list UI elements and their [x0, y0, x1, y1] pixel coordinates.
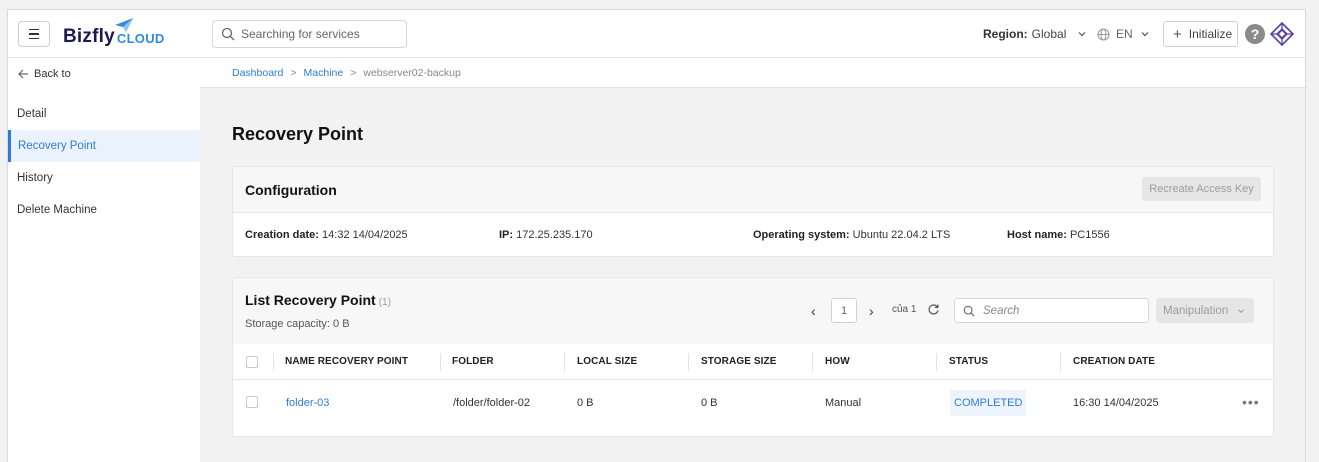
search-placeholder: Search	[983, 304, 1020, 317]
recovery-count: (1)	[378, 297, 391, 308]
language-selector[interactable]: EN	[1097, 27, 1151, 41]
back-label: Back to	[34, 68, 71, 80]
more-actions-icon[interactable]: •••	[1242, 394, 1260, 410]
sidebar-item-history[interactable]: History	[8, 162, 200, 194]
pager-next-button[interactable]: ›	[869, 303, 874, 319]
sidebar-item-label: Delete Machine	[17, 204, 97, 216]
pager-prev-button[interactable]: ‹	[811, 303, 816, 319]
app-frame: Bizfly CLOUD Searching for services Regi…	[7, 9, 1306, 462]
status-badge: COMPLETED	[950, 390, 1027, 416]
top-header: Bizfly CLOUD Searching for services Regi…	[8, 10, 1305, 58]
select-all-checkbox[interactable]	[246, 356, 258, 368]
ip-value: 172.25.235.170	[516, 229, 593, 241]
pager-page-input[interactable]: 1	[831, 298, 857, 323]
ip-field: IP: 172.25.235.170	[499, 229, 593, 241]
creation-date-value: 14:32 14/04/2025	[322, 229, 408, 241]
column-header: NAME RECOVERY POINT	[285, 356, 409, 367]
sidebar-item-label: Recovery Point	[18, 140, 96, 152]
manipulation-dropdown[interactable]: Manipulation	[1156, 298, 1254, 323]
initialize-label: Initialize	[1188, 27, 1233, 41]
storage-size-cell: 0 B	[701, 397, 718, 409]
operating-system-field: Operating system: Ubuntu 22.04.2 LTS	[753, 229, 950, 241]
main-content: Dashboard > Machine > webserver02-backup…	[200, 58, 1305, 462]
column-header: LOCAL SIZE	[577, 356, 638, 367]
region-value: Global	[1031, 27, 1067, 41]
breadcrumb-separator: >	[290, 66, 297, 79]
search-placeholder: Searching for services	[241, 27, 360, 41]
recovery-point-name-link[interactable]: folder-03	[286, 397, 329, 409]
table-header: NAME RECOVERY POINT FOLDER LOCAL SIZE ST…	[233, 344, 1273, 380]
plus-icon: +	[1173, 25, 1182, 43]
folder-cell: /folder/folder-02	[453, 397, 531, 409]
brand-logo[interactable]: Bizfly CLOUD	[63, 18, 165, 48]
breadcrumb-separator: >	[350, 66, 357, 79]
sidebar: Back to Detail Recovery Point History De…	[8, 58, 200, 462]
breadcrumb-machine[interactable]: Machine	[304, 67, 344, 79]
recovery-list-title: List Recovery Point (1)	[245, 292, 391, 308]
column-header: STATUS	[949, 356, 989, 367]
back-link[interactable]: Back to	[18, 68, 71, 80]
search-icon	[221, 27, 235, 41]
globe-icon	[1097, 27, 1110, 41]
menu-toggle-button[interactable]	[18, 21, 50, 47]
row-checkbox[interactable]	[246, 396, 258, 408]
sidebar-item-recovery-point[interactable]: Recovery Point	[8, 130, 200, 162]
configuration-details: Creation date: 14:32 14/04/2025 IP: 172.…	[233, 213, 1273, 257]
arrow-left-icon	[18, 69, 28, 79]
chevron-down-icon	[1141, 32, 1149, 37]
breadcrumb-dashboard[interactable]: Dashboard	[232, 67, 283, 79]
hamburger-icon	[29, 28, 39, 31]
ip-label: IP:	[499, 229, 514, 241]
creation-date-field: Creation date: 14:32 14/04/2025	[245, 229, 408, 241]
recovery-search-input[interactable]: Search	[954, 298, 1149, 323]
logo-cloud-text: CLOUD	[116, 31, 165, 46]
page-title: Recovery Point	[232, 124, 364, 144]
storage-capacity: Storage capacity: 0 B	[245, 318, 350, 330]
configuration-title: Configuration	[245, 182, 337, 198]
how-cell: Manual	[825, 397, 862, 409]
chevron-down-icon	[1078, 32, 1086, 37]
logo-text: Bizfly	[63, 26, 115, 47]
column-header: STORAGE SIZE	[701, 356, 777, 367]
breadcrumb-current: webserver02-backup	[363, 66, 461, 79]
local-size-cell: 0 B	[577, 397, 594, 409]
sidebar-item-detail[interactable]: Detail	[8, 98, 200, 130]
column-header: CREATION DATE	[1073, 356, 1156, 367]
os-value: Ubuntu 22.04.2 LTS	[852, 229, 951, 241]
sidebar-item-label: History	[17, 172, 53, 184]
host-name-field: Host name: PC1556	[1007, 229, 1110, 241]
configuration-header: Configuration Recreate Access Key	[233, 167, 1273, 213]
sidebar-item-label: Detail	[17, 108, 47, 120]
service-search-input[interactable]: Searching for services	[212, 20, 407, 48]
table-row[interactable]: folder-03 /folder/folder-02 0 B 0 B Manu…	[233, 380, 1273, 426]
language-value: EN	[1116, 27, 1133, 41]
creation-date-label: Creation date:	[245, 229, 319, 241]
sidebar-item-delete-machine[interactable]: Delete Machine	[8, 194, 200, 226]
search-icon	[963, 305, 975, 317]
manipulation-label: Manipulation	[1163, 304, 1229, 317]
recreate-access-key-button[interactable]: Recreate Access Key	[1142, 177, 1261, 201]
creation-date-cell: 16:30 14/04/2025	[1073, 397, 1159, 409]
column-header: FOLDER	[452, 356, 494, 367]
region-label: Region:	[983, 27, 1028, 41]
column-header: HOW	[825, 356, 850, 367]
configuration-card: Configuration Recreate Access Key Creati…	[232, 166, 1274, 257]
host-label: Host name:	[1007, 229, 1067, 241]
recovery-point-list-card: List Recovery Point (1) Storage capacity:…	[232, 277, 1274, 437]
chevron-down-icon	[1238, 308, 1244, 313]
refresh-icon[interactable]	[927, 303, 940, 316]
breadcrumb: Dashboard > Machine > webserver02-backup	[200, 58, 1305, 88]
host-value: PC1556	[1069, 229, 1110, 241]
recovery-list-header: List Recovery Point (1) Storage capacity:…	[233, 278, 1273, 344]
os-label: Operating system:	[753, 229, 850, 241]
paper-plane-icon	[115, 18, 133, 32]
help-icon[interactable]: ?	[1245, 24, 1265, 44]
initialize-button[interactable]: + Initialize	[1163, 21, 1238, 47]
region-selector[interactable]: Region: Global	[983, 27, 1088, 41]
user-avatar[interactable]	[1270, 22, 1294, 46]
pager-total: của 1	[892, 304, 917, 315]
